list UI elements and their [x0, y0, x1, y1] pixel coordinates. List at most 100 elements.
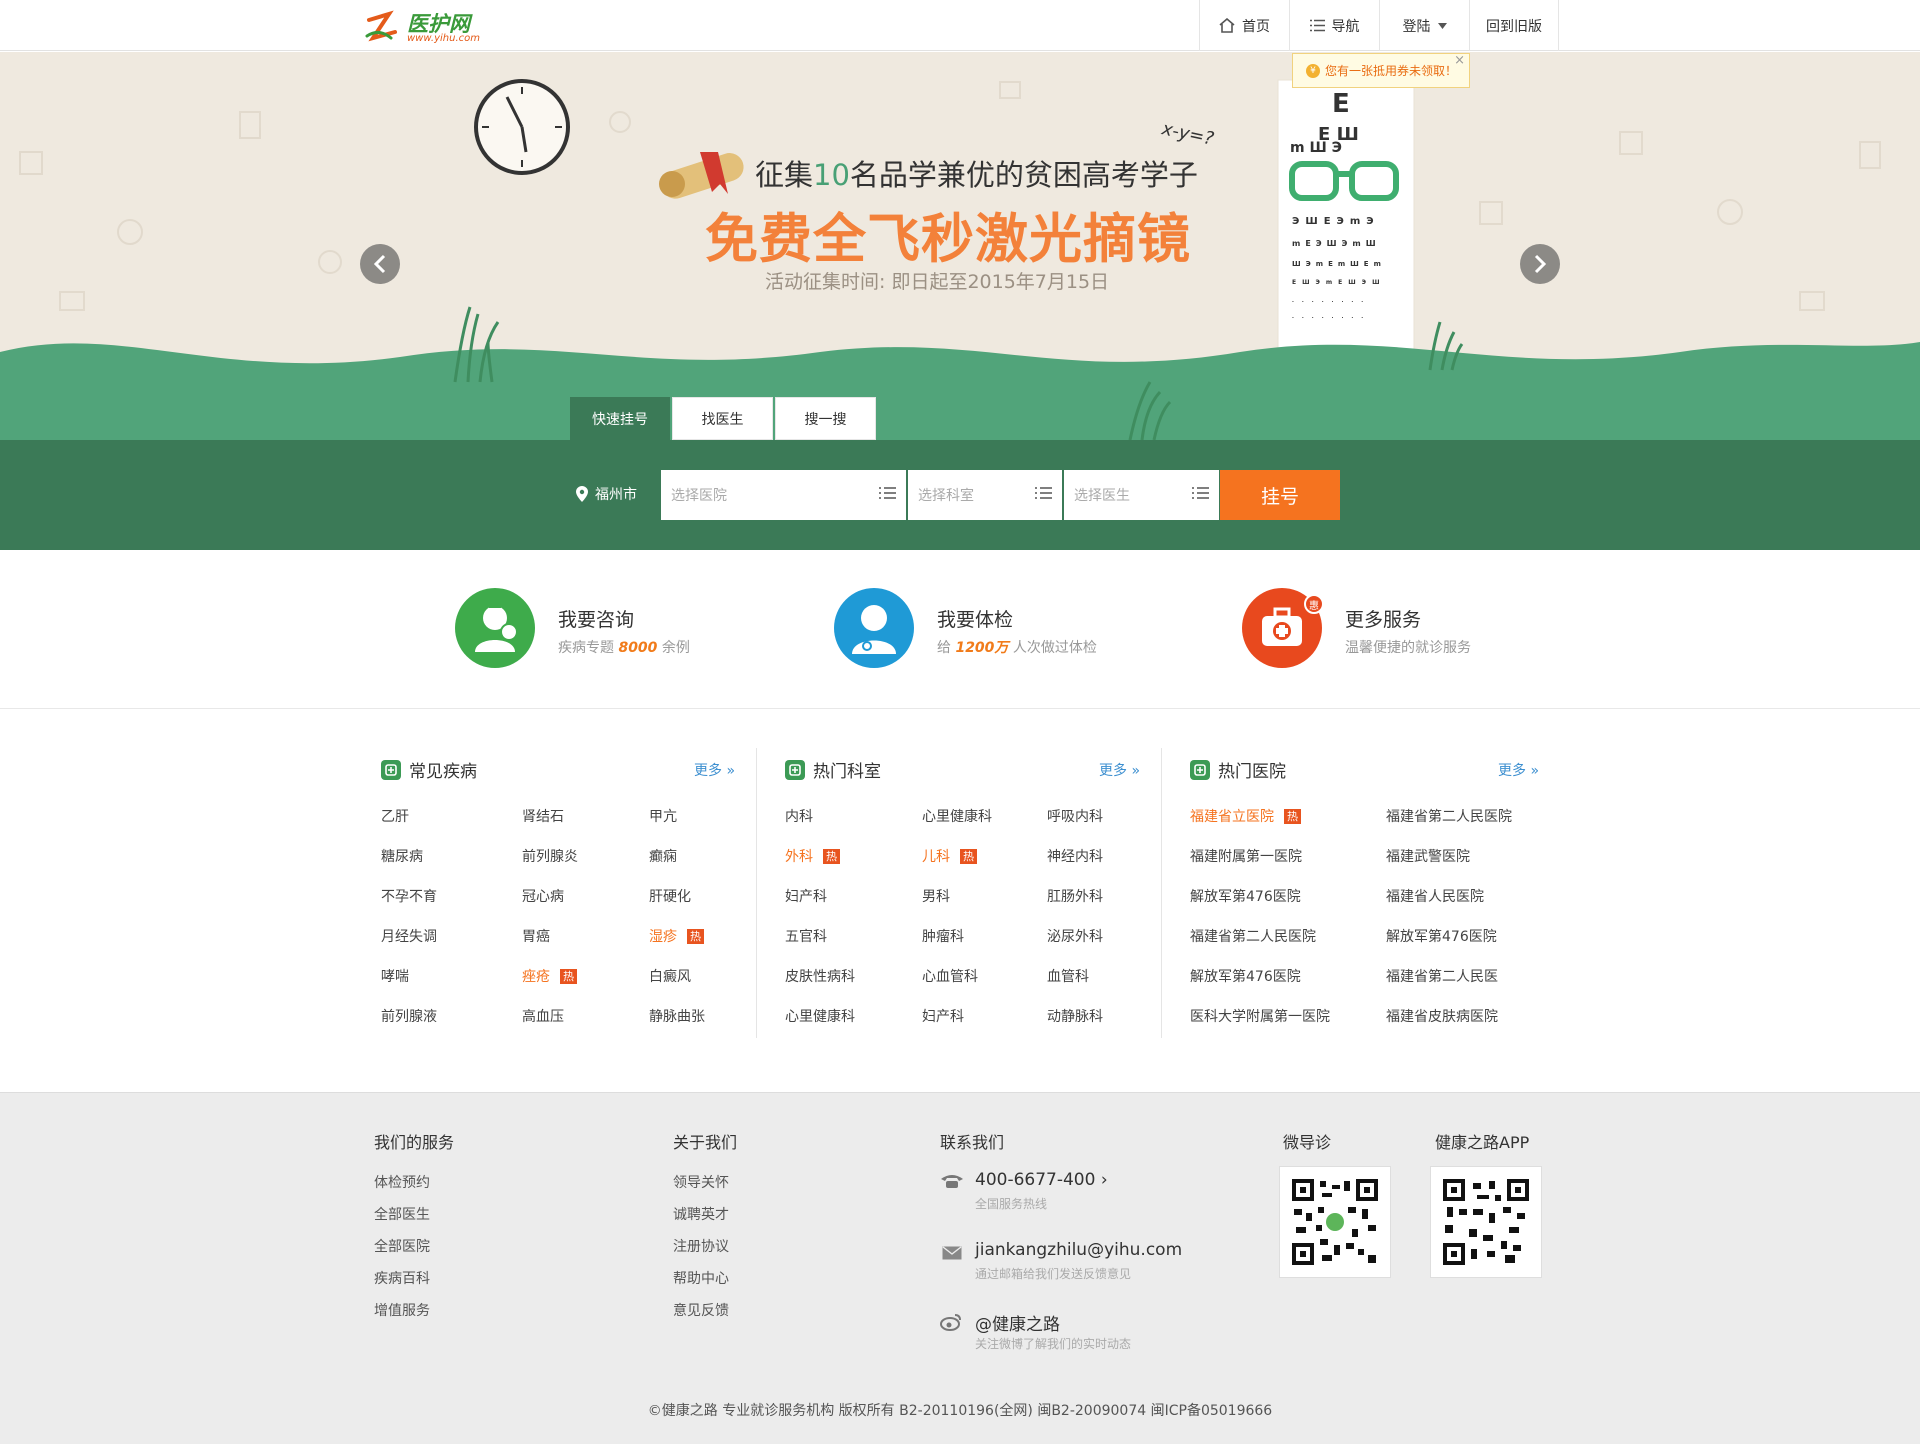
- weibo-icon: [940, 1314, 961, 1331]
- list-item[interactable]: 皮肤性病科: [785, 966, 855, 986]
- footer-link[interactable]: 注册协议: [673, 1236, 729, 1256]
- footer-link[interactable]: 全部医生: [374, 1204, 430, 1224]
- list-item[interactable]: 解放军第476医院: [1190, 886, 1301, 906]
- list-item[interactable]: 福建附属第一医院: [1190, 846, 1302, 866]
- nav-guide[interactable]: 导航: [1289, 0, 1379, 51]
- list-item[interactable]: 月经失调: [381, 926, 437, 946]
- register-button[interactable]: 挂号: [1220, 470, 1340, 520]
- departments-section-title: 热门科室: [785, 757, 881, 782]
- diseases-more-link[interactable]: 更多 »: [694, 760, 735, 780]
- list-item[interactable]: 福建省第二人民医院: [1386, 806, 1512, 826]
- list-item[interactable]: 福建省立医院热: [1190, 806, 1301, 826]
- department-select[interactable]: 选择科室: [908, 470, 1062, 520]
- list-item[interactable]: 解放军第476医院: [1386, 926, 1497, 946]
- hospital-select[interactable]: 选择医院: [661, 470, 906, 520]
- footer-link[interactable]: 意见反馈: [673, 1300, 729, 1320]
- list-item[interactable]: 妇产科: [922, 1006, 964, 1026]
- site-logo[interactable]: 医护网 www.yihu.com: [365, 6, 495, 46]
- doctor-select[interactable]: 选择医生: [1064, 470, 1219, 520]
- list-item[interactable]: 福建省皮肤病医院: [1386, 1006, 1498, 1026]
- contact-phone[interactable]: 400-6677-400 ›: [975, 1170, 1108, 1190]
- section-title-text: 热门医院: [1218, 762, 1286, 782]
- coupon-tooltip[interactable]: ¥ 您有一张抵用券未领取！ ×: [1292, 53, 1470, 88]
- list-item-label: 静脉曲张: [649, 1009, 705, 1025]
- list-item[interactable]: 儿科热: [922, 846, 977, 866]
- list-item[interactable]: 血管科: [1047, 966, 1089, 986]
- footer-link[interactable]: 体检预约: [374, 1172, 430, 1192]
- banner-next-button[interactable]: [1520, 244, 1560, 284]
- svg-text:EШЭmEШЭШ: EШЭmEШЭШ: [1292, 279, 1386, 286]
- list-item[interactable]: 福建省人民医院: [1386, 886, 1484, 906]
- departments-more-link[interactable]: 更多 »: [1099, 760, 1140, 780]
- list-item[interactable]: 动静脉科: [1047, 1006, 1103, 1026]
- list-item[interactable]: 前列腺炎: [522, 846, 578, 866]
- list-item[interactable]: 癫痫: [649, 846, 677, 866]
- list-item[interactable]: 呼吸内科: [1047, 806, 1103, 826]
- close-icon[interactable]: ×: [1454, 53, 1465, 68]
- footer-link[interactable]: 领导关怀: [673, 1172, 729, 1192]
- list-item[interactable]: 福建武警医院: [1386, 846, 1470, 866]
- list-item[interactable]: 解放军第476医院: [1190, 966, 1301, 986]
- list-item[interactable]: 福建省第二人民医: [1386, 966, 1498, 986]
- footer-link[interactable]: 增值服务: [374, 1300, 430, 1320]
- contact-weibo[interactable]: @健康之路: [975, 1310, 1060, 1335]
- list-item[interactable]: 外科热: [785, 846, 840, 866]
- contact-email[interactable]: jiankangzhilu@yihu.com: [975, 1240, 1182, 1260]
- list-item[interactable]: 医科大学附属第一医院: [1190, 1006, 1330, 1026]
- hospital-placeholder: 选择医院: [671, 488, 727, 504]
- list-item[interactable]: 肾结石: [522, 806, 564, 826]
- list-item[interactable]: 心里健康科: [785, 1006, 855, 1026]
- list-item[interactable]: 高血压: [522, 1006, 564, 1026]
- list-item[interactable]: 冠心病: [522, 886, 564, 906]
- nav-old-version[interactable]: 回到旧版: [1469, 0, 1559, 51]
- list-item[interactable]: 福建省第二人民医院: [1190, 926, 1316, 946]
- chevron-left-icon: [374, 254, 386, 274]
- list-item[interactable]: 内科: [785, 806, 813, 826]
- list-item[interactable]: 静脉曲张: [649, 1006, 705, 1026]
- list-item[interactable]: 前列腺液: [381, 1006, 437, 1026]
- list-item[interactable]: 乙肝: [381, 806, 409, 826]
- hero-banner[interactable]: E E Ш m Ш Э ЭШEЭmЭ mEЭШЭmШ ШЭmEmШEm EШЭm…: [0, 52, 1920, 440]
- nav-home[interactable]: 首页: [1199, 0, 1289, 51]
- list-item-label: 外科: [785, 849, 813, 865]
- list-item[interactable]: 湿疹热: [649, 926, 704, 946]
- service-checkup[interactable]: 我要体检 给 1200万 人次做过体检: [834, 588, 1134, 670]
- list-item[interactable]: 哮喘: [381, 966, 409, 986]
- svg-text:ЭШEЭmЭ: ЭШEЭmЭ: [1292, 216, 1380, 227]
- list-item[interactable]: 肛肠外科: [1047, 886, 1103, 906]
- app-qr-code: [1430, 1166, 1542, 1278]
- nav-login[interactable]: 登陆: [1379, 0, 1469, 51]
- coupon-icon: ¥: [1306, 63, 1320, 78]
- nav-old-label: 回到旧版: [1486, 18, 1542, 35]
- list-item[interactable]: 肿瘤科: [922, 926, 964, 946]
- tab-quick-register[interactable]: 快速挂号: [570, 397, 670, 440]
- svg-text:ШЭmEmШEm: ШЭmEmШEm: [1292, 260, 1386, 268]
- footer-link[interactable]: 疾病百科: [374, 1268, 430, 1288]
- list-item[interactable]: 糖尿病: [381, 846, 423, 866]
- service-more[interactable]: 惠 更多服务 温馨便捷的就诊服务: [1242, 588, 1542, 670]
- list-item[interactable]: 神经内科: [1047, 846, 1103, 866]
- footer-link[interactable]: 全部医院: [374, 1236, 430, 1256]
- list-item-label: 心里健康科: [785, 1009, 855, 1025]
- city-selector[interactable]: 福州市: [576, 483, 637, 505]
- list-item[interactable]: 不孕不育: [381, 886, 437, 906]
- list-item[interactable]: 白癜风: [649, 966, 691, 986]
- service-consult[interactable]: 我要咨询 疾病专题 8000 余例: [455, 588, 755, 670]
- list-item[interactable]: 心血管科: [922, 966, 978, 986]
- banner-prev-button[interactable]: [360, 244, 400, 284]
- list-item[interactable]: 五官科: [785, 926, 827, 946]
- footer-link[interactable]: 帮助中心: [673, 1268, 729, 1288]
- list-item[interactable]: 泌尿外科: [1047, 926, 1103, 946]
- list-item[interactable]: 肝硬化: [649, 886, 691, 906]
- hospitals-more-link[interactable]: 更多 »: [1498, 760, 1539, 780]
- footer-link[interactable]: 诚聘英才: [673, 1204, 729, 1224]
- list-item-label: 痤疮: [522, 969, 550, 985]
- list-item[interactable]: 男科: [922, 886, 950, 906]
- list-item[interactable]: 妇产科: [785, 886, 827, 906]
- tab-find-doctor[interactable]: 找医生: [672, 397, 773, 440]
- list-item[interactable]: 心里健康科: [922, 806, 992, 826]
- list-item[interactable]: 胃癌: [522, 926, 550, 946]
- list-item[interactable]: 甲亢: [649, 806, 677, 826]
- list-item[interactable]: 痤疮热: [522, 966, 577, 986]
- tab-search[interactable]: 搜一搜: [775, 397, 876, 440]
